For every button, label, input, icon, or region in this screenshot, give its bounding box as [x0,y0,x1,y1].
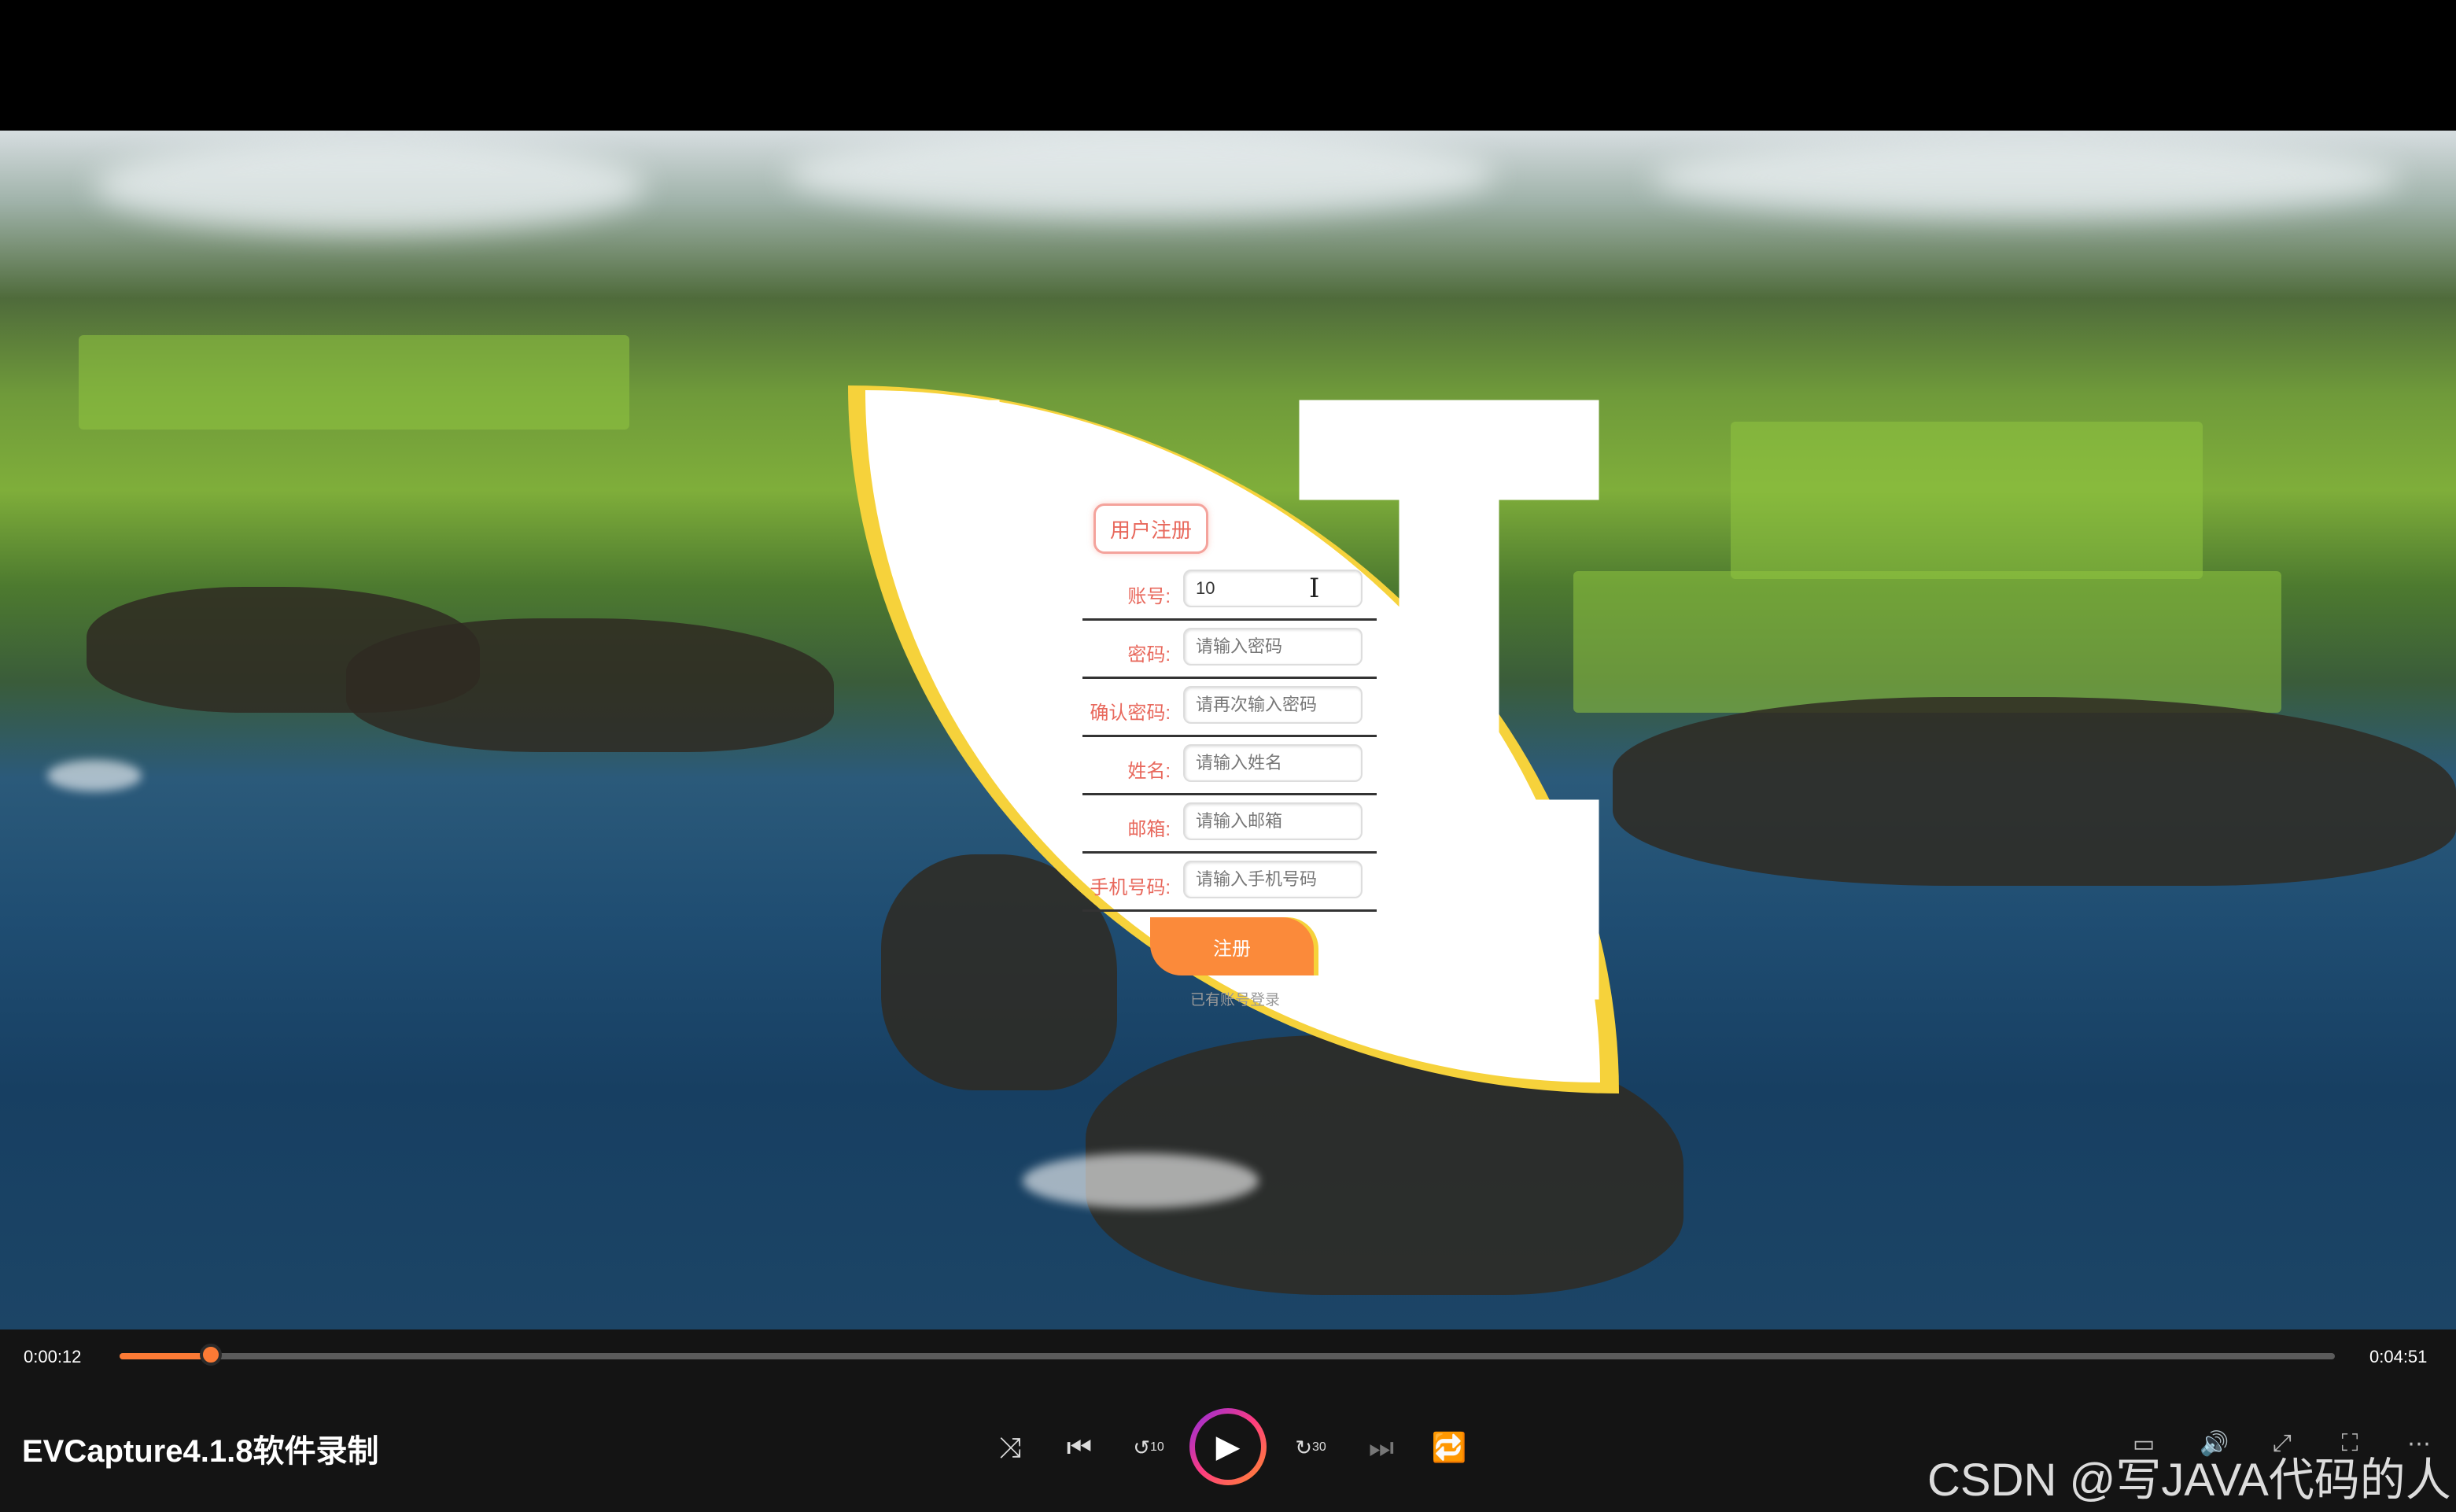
phone-label: 手机号码: [1090,877,1171,898]
account-row: 账号: [1082,568,1377,621]
rewind-label: 10 [1150,1440,1164,1454]
password-label: 密码: [1127,644,1171,666]
top-black-bar [0,0,2456,131]
repeat-icon[interactable]: 🔁 [1425,1424,1473,1471]
login-link[interactable]: 已有账号登录 [1180,988,1290,1009]
form-title: 用户注册 [1093,503,1208,554]
play-icon: ▶ [1195,1414,1261,1480]
password-input[interactable] [1183,628,1363,666]
play-button[interactable]: ▶ [1189,1408,1267,1485]
forward-30-icon[interactable]: ↻ 30 [1287,1424,1334,1471]
account-label: 账号: [1127,586,1171,607]
name-label: 姓名: [1127,761,1171,782]
rewind-10-icon[interactable]: ↺ 10 [1125,1424,1172,1471]
phone-row: 手机号码: [1082,859,1377,912]
cloud [94,138,645,233]
confirm-password-label: 确认密码: [1090,703,1171,724]
phone-input[interactable] [1183,861,1363,898]
confirm-password-input[interactable] [1183,686,1363,724]
sea-foam [47,760,142,791]
name-input[interactable] [1183,744,1363,782]
confirm-password-row: 确认密码: [1082,684,1377,737]
seek-bar[interactable] [120,1353,2335,1359]
register-card [848,385,1619,1093]
seek-bar-progress [120,1353,212,1359]
name-row: 姓名: [1082,743,1377,795]
watermark: CSDN @写JAVA代码的人 [1927,1455,2451,1506]
field [1573,571,2281,713]
password-row: 密码: [1082,626,1377,679]
total-time: 0:04:51 [2369,1347,2428,1366]
account-input[interactable] [1183,570,1363,607]
cliff [1613,697,2456,886]
email-input[interactable] [1183,802,1363,840]
email-row: 邮箱: [1082,801,1377,854]
cloud [787,131,1495,217]
cloud [1652,138,2399,217]
text-cursor-icon: I [1309,573,1320,604]
email-label: 邮箱: [1127,819,1171,840]
seek-thumb[interactable] [200,1344,223,1366]
current-time: 0:00:12 [24,1347,82,1366]
sea-foam [1023,1153,1259,1208]
cliff [346,618,834,752]
field [1731,422,2203,579]
video-title: EVCapture4.1.8软件录制 [22,1434,379,1469]
shuffle-icon[interactable]: ⤨ [986,1424,1034,1471]
previous-icon[interactable]: ⏮ [1056,1424,1103,1471]
register-button[interactable]: 注册 [1150,917,1314,975]
next-icon[interactable]: ⏭ [1358,1424,1405,1471]
forward-label: 30 [1312,1440,1326,1454]
field [79,335,629,430]
